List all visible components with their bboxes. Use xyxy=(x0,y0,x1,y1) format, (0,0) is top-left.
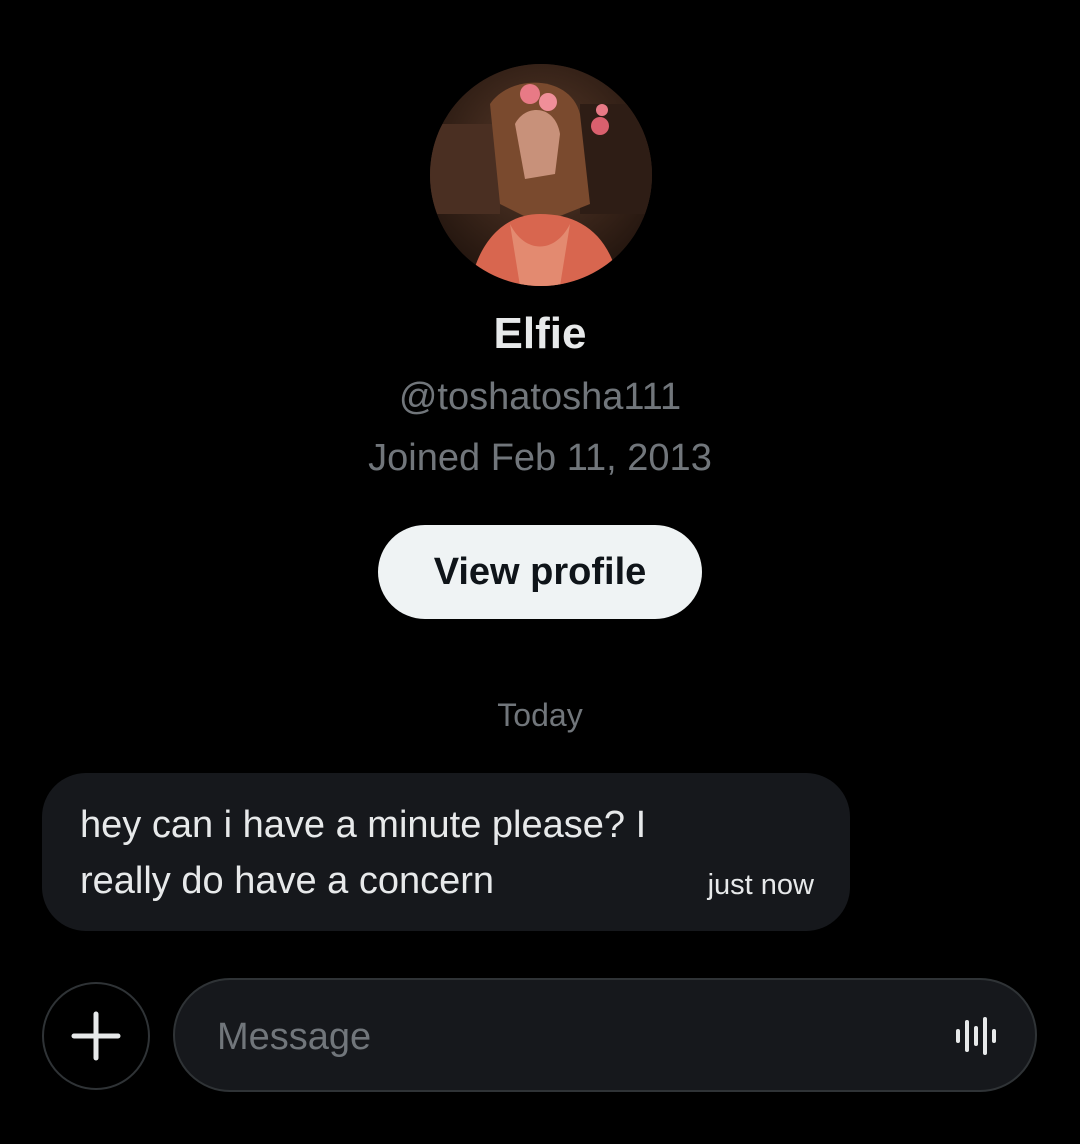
avatar[interactable] xyxy=(430,64,652,286)
audio-waveform-icon[interactable] xyxy=(955,1016,997,1056)
message-bubble[interactable]: hey can i have a minute please? I really… xyxy=(42,773,850,931)
date-separator: Today xyxy=(497,697,583,733)
message-composer xyxy=(173,978,1037,1092)
plus-icon xyxy=(71,1011,121,1061)
message-text: hey can i have a minute please? I really… xyxy=(80,804,647,902)
joined-date: Joined Feb 11, 2013 xyxy=(368,437,712,479)
avatar-image xyxy=(430,64,652,286)
message-input[interactable] xyxy=(215,1000,919,1074)
add-attachment-button[interactable] xyxy=(42,982,150,1090)
user-handle: @toshatosha111 xyxy=(398,376,682,418)
display-name: Elfie xyxy=(493,309,587,358)
view-profile-button[interactable]: View profile xyxy=(378,525,702,619)
message-timestamp: just now xyxy=(707,869,814,901)
